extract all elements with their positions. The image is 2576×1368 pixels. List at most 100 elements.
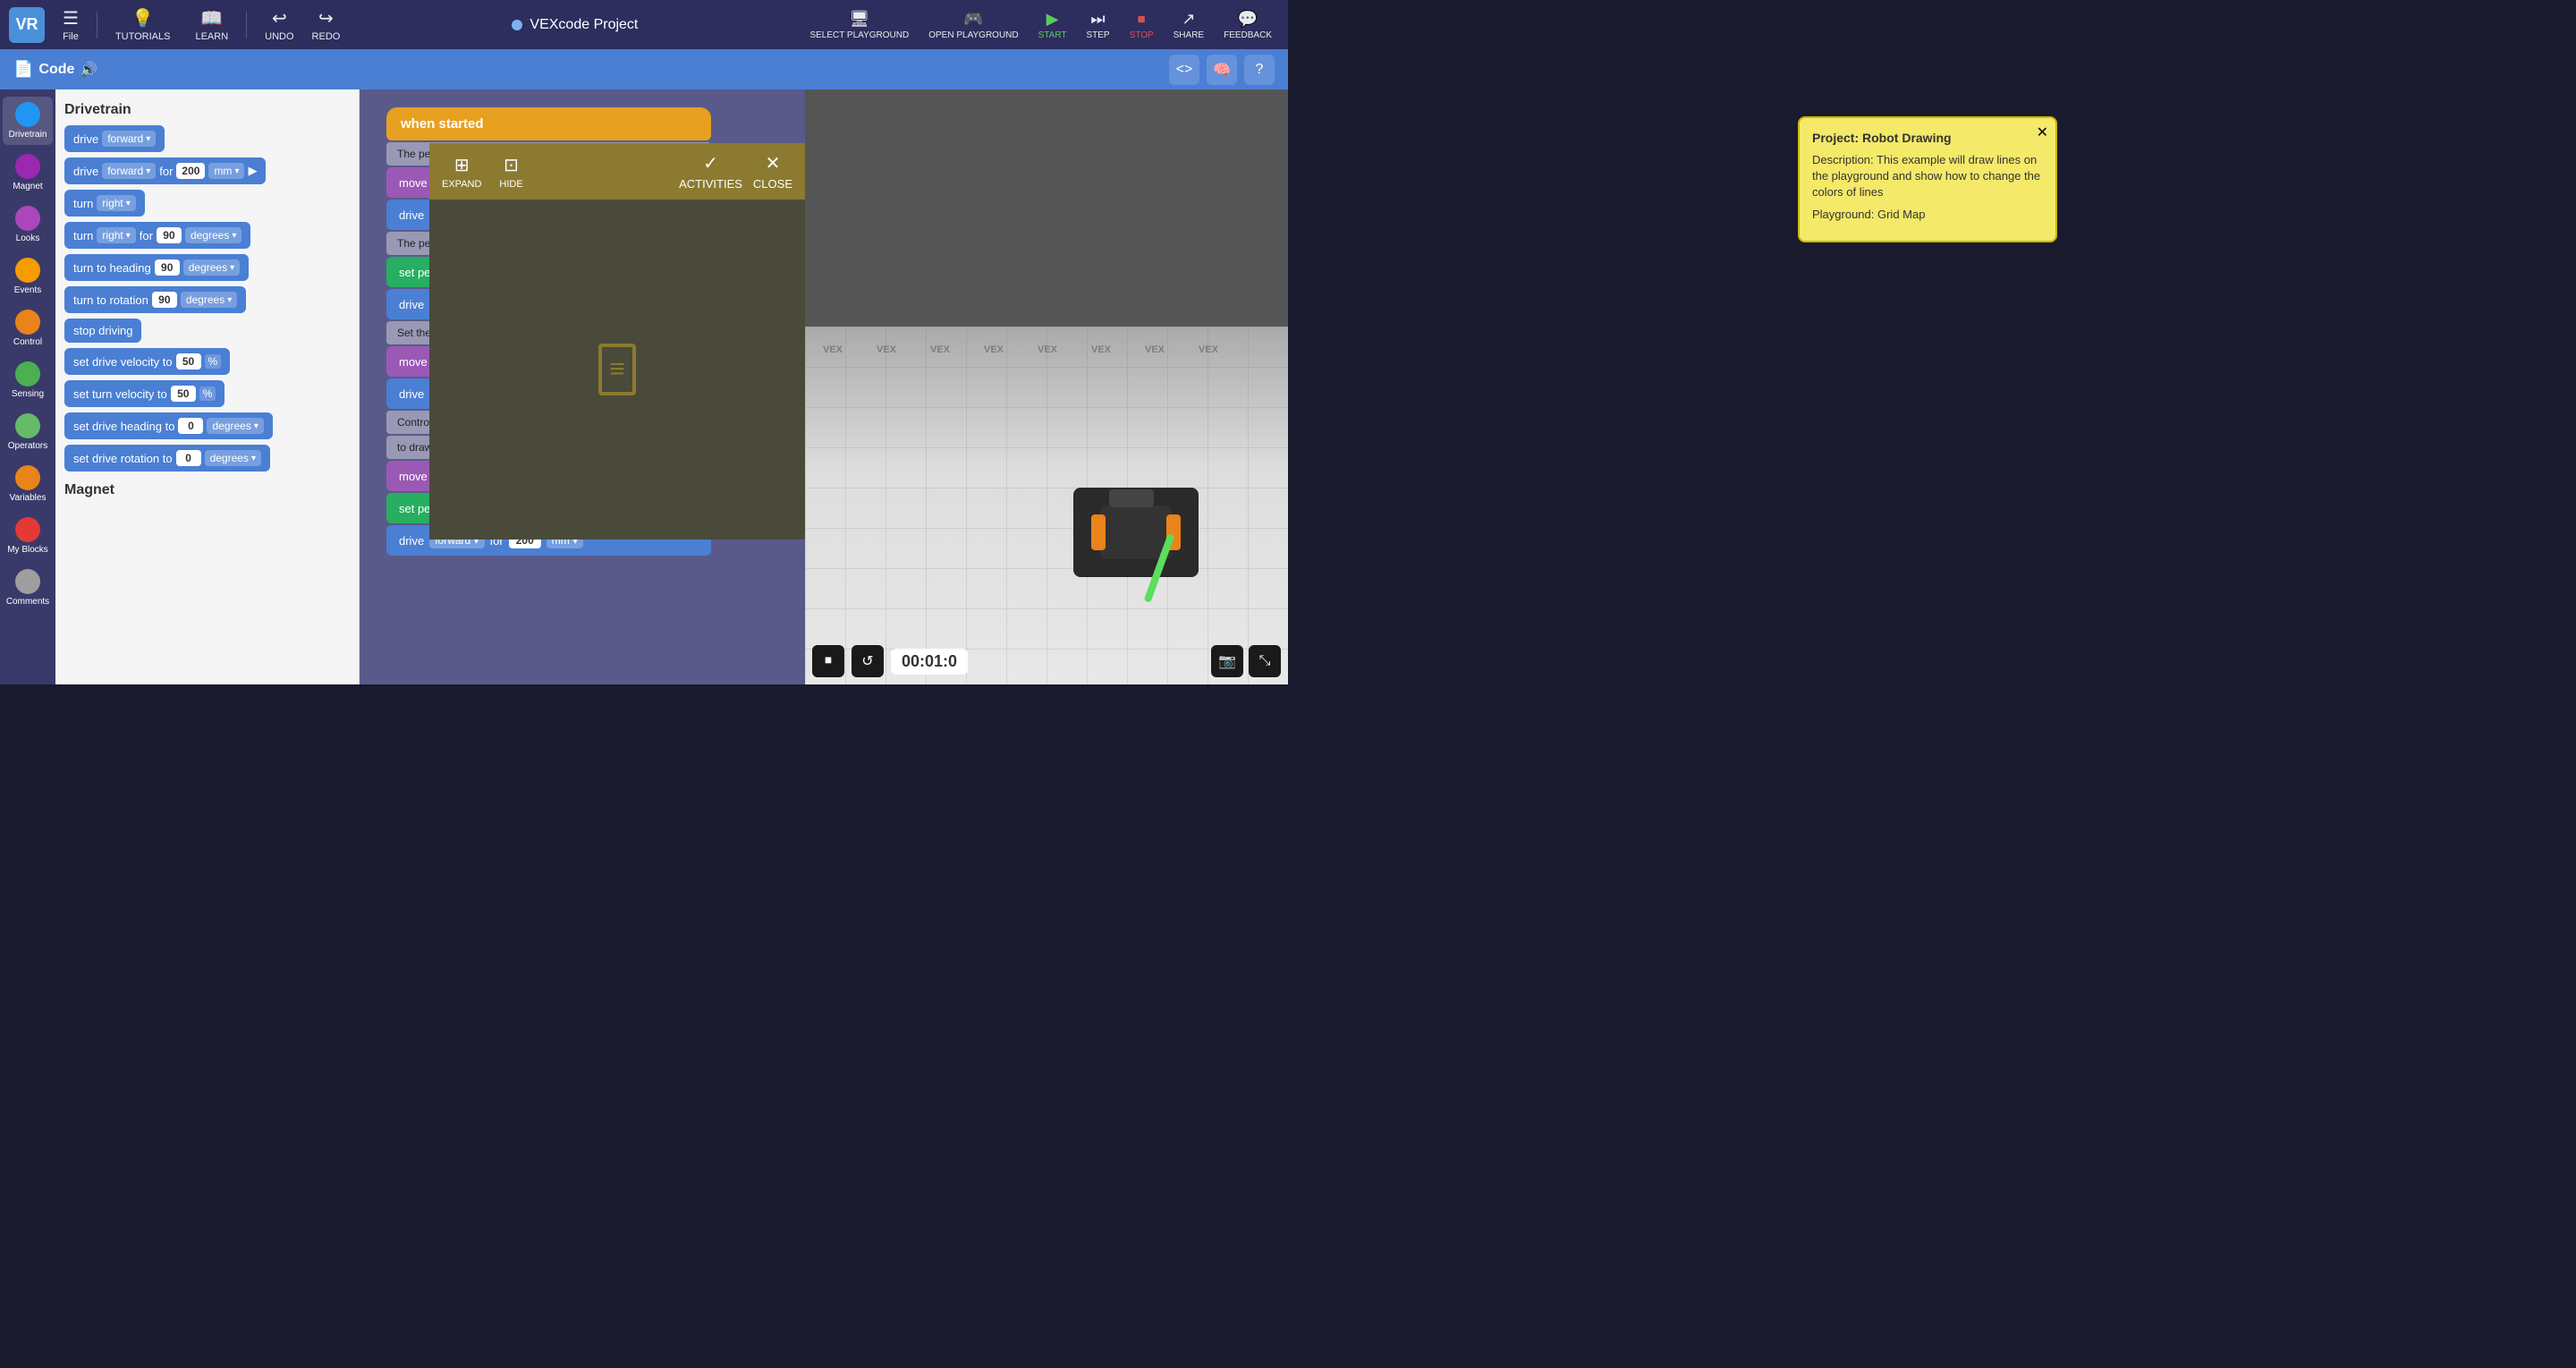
drive-rotation-input[interactable]: 0 <box>176 450 201 466</box>
turn-degrees-block[interactable]: turn right ▾ for 90 degrees ▾ <box>64 222 250 249</box>
rotation-degrees-dd[interactable]: degrees ▾ <box>181 292 237 308</box>
sensing-label: Sensing <box>12 389 44 399</box>
hide-button[interactable]: ⊡ HIDE <box>499 154 522 190</box>
drive-text: drive <box>73 132 98 146</box>
block-row-turn-rotation: turn to rotation 90 degrees ▾ <box>64 286 350 313</box>
help-close-button[interactable]: ✕ <box>2037 123 2048 141</box>
vr-logo: VR <box>9 7 45 43</box>
sidebar: Drivetrain Magnet Looks Events Control S… <box>0 89 55 684</box>
open-playground-button[interactable]: 🎮 OPEN PLAYGROUND <box>921 6 1025 44</box>
sim-controls: ⏹ ↺ 00:01:0 <box>812 645 968 677</box>
sidebar-item-sensing[interactable]: Sensing <box>3 356 53 404</box>
drive-distance-block[interactable]: drive forward ▾ for 200 mm ▾ ▶ <box>64 157 266 184</box>
ws-drive-text-2: drive <box>399 298 424 311</box>
degrees-dropdown[interactable]: degrees ▾ <box>185 227 242 243</box>
sim-reset-button[interactable]: ↺ <box>852 645 884 677</box>
sidebar-item-variables[interactable]: Variables <box>3 460 53 508</box>
learn-button[interactable]: 📖 LEARN <box>188 4 235 46</box>
when-started-block[interactable]: when started <box>386 107 711 140</box>
select-playground-icon: 🖥 <box>849 10 869 29</box>
forward-dropdown[interactable]: forward ▾ <box>102 131 156 147</box>
stop-driving-block[interactable]: stop driving <box>64 319 141 343</box>
block-row-turn-right: turn right ▾ <box>64 190 350 217</box>
turn-heading-text: turn to heading <box>73 261 151 275</box>
redo-button[interactable]: ↪ REDO <box>305 4 348 46</box>
feedback-button[interactable]: 💬 FEEDBACK <box>1216 6 1279 44</box>
workspace[interactable]: when started The pen set to "DOWN" will … <box>360 89 805 684</box>
camera-button[interactable]: 📷 <box>1211 645 1243 677</box>
drive-velocity-input[interactable]: 50 <box>176 353 201 370</box>
sidebar-item-drivetrain[interactable]: Drivetrain <box>3 97 53 145</box>
control-dot <box>15 310 40 335</box>
sidebar-item-operators[interactable]: Operators <box>3 408 53 456</box>
stop-button[interactable]: ⏹ STOP <box>1123 6 1161 44</box>
when-started-text: when started <box>401 116 484 132</box>
drive-forward-block[interactable]: drive forward ▾ <box>64 125 165 152</box>
code-label: 📄 Code 🔊 <box>13 60 97 79</box>
rotation-input[interactable]: 90 <box>152 292 177 308</box>
activity-x-icon: ✕ <box>766 152 781 174</box>
for-text: for <box>159 165 173 178</box>
looks-dot <box>15 206 40 231</box>
heading-input[interactable]: 90 <box>155 259 180 276</box>
file-menu-button[interactable]: ☰ File <box>55 4 86 46</box>
category-magnet-title: Magnet <box>64 482 350 498</box>
step-button[interactable]: ⏭ STEP <box>1079 6 1116 44</box>
drive-heading-block[interactable]: set drive heading to 0 degrees ▾ <box>64 412 273 439</box>
turn-input[interactable]: 90 <box>157 227 182 243</box>
activity-close-button[interactable]: ✕ CLOSE <box>753 152 792 191</box>
sim-corner-buttons: 📷 ⤡ <box>1211 645 1281 677</box>
share-button[interactable]: ↗ SHARE <box>1166 6 1211 44</box>
activity-popup: ⊞ EXPAND ⊡ HIDE ✓ ACTIVITIES ✕ C <box>429 143 805 540</box>
start-button[interactable]: ▶ START <box>1031 6 1074 44</box>
activity-header-right: ✓ ACTIVITIES ✕ CLOSE <box>679 152 792 191</box>
share-label: SHARE <box>1174 30 1204 40</box>
select-playground-button[interactable]: 🖥 SELECT PLAYGROUND <box>802 6 916 44</box>
my-blocks-label: My Blocks <box>7 545 48 555</box>
learn-icon: 📖 <box>200 7 223 30</box>
drive-rotation-block[interactable]: set drive rotation to 0 degrees ▾ <box>64 445 270 472</box>
heading-degrees-dd[interactable]: degrees ▾ <box>183 259 240 276</box>
drive-heading-input[interactable]: 0 <box>178 418 203 434</box>
undo-label: UNDO <box>265 31 293 42</box>
help-button[interactable]: ? <box>1244 55 1275 85</box>
tutorials-button[interactable]: 💡 TUTORIALS <box>108 4 178 46</box>
brain-view-button[interactable]: 🧠 <box>1207 55 1237 85</box>
sidebar-item-looks[interactable]: Looks <box>3 200 53 249</box>
code-view-button[interactable]: <> <box>1169 55 1199 85</box>
sidebar-item-control[interactable]: Control <box>3 304 53 353</box>
operators-dot <box>15 413 40 438</box>
expand-view-button[interactable]: ⤡ <box>1249 645 1281 677</box>
expand-button[interactable]: ⊞ EXPAND <box>442 154 481 190</box>
drive-heading-dd[interactable]: degrees ▾ <box>207 418 263 434</box>
expand-label: EXPAND <box>442 179 481 190</box>
sidebar-item-events[interactable]: Events <box>3 252 53 301</box>
forward-dropdown-2[interactable]: forward ▾ <box>102 163 156 179</box>
mm-dropdown[interactable]: mm ▾ <box>208 163 244 179</box>
turn-velocity-block[interactable]: set turn velocity to 50 % <box>64 380 225 407</box>
ws-drive-text-3: drive <box>399 387 424 401</box>
distance-input[interactable]: 200 <box>176 163 205 179</box>
drive-velocity-percent: % <box>205 354 222 369</box>
start-label: START <box>1038 30 1067 40</box>
drive-text-2: drive <box>73 165 98 178</box>
right-dropdown-2[interactable]: right ▾ <box>97 227 135 243</box>
drive-velocity-block[interactable]: set drive velocity to 50 % <box>64 348 230 375</box>
sidebar-item-my-blocks[interactable]: My Blocks <box>3 512 53 560</box>
activity-header: ⊞ EXPAND ⊡ HIDE ✓ ACTIVITIES ✕ C <box>429 143 805 200</box>
right-dropdown[interactable]: right ▾ <box>97 195 135 211</box>
sidebar-item-magnet[interactable]: Magnet <box>3 149 53 197</box>
robot-image <box>1073 488 1199 577</box>
turn-heading-block[interactable]: turn to heading 90 degrees ▾ <box>64 254 249 281</box>
undo-button[interactable]: ↩ UNDO <box>258 4 301 46</box>
sim-stop-button[interactable]: ⏹ <box>812 645 844 677</box>
turn-velocity-input[interactable]: 50 <box>171 386 196 402</box>
turn-right-block[interactable]: turn right ▾ <box>64 190 145 217</box>
activity-body: ≡ <box>429 200 805 540</box>
turn-rotation-block[interactable]: turn to rotation 90 degrees ▾ <box>64 286 246 313</box>
looks-label: Looks <box>16 234 40 243</box>
sensing-dot <box>15 361 40 387</box>
drive-rotation-dd[interactable]: degrees ▾ <box>205 450 261 466</box>
activities-button[interactable]: ✓ ACTIVITIES <box>679 152 742 191</box>
sidebar-item-comments[interactable]: Comments <box>3 564 53 612</box>
